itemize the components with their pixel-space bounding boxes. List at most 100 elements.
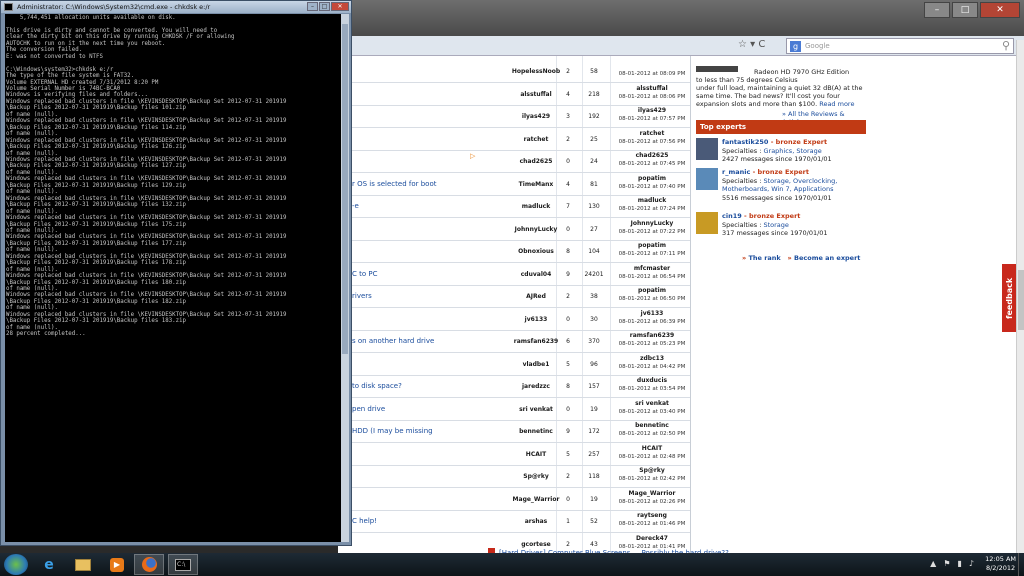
media-player-icon[interactable]: ▶ (102, 554, 132, 575)
search-placeholder: Google (805, 42, 830, 50)
last-post-user[interactable]: alsstuffal (613, 85, 691, 92)
scrollbar-thumb[interactable] (1018, 270, 1024, 330)
last-post-user[interactable]: chad2625 (613, 152, 691, 159)
thread-title-link[interactable]: HDD (I may be missing (352, 427, 433, 435)
close-button[interactable]: ✕ (980, 2, 1020, 18)
thread-row: s on another hard drive ramsfan6239 6 370 ra… (338, 330, 690, 353)
clock-time: 12:05 AM (985, 555, 1016, 563)
expert-name[interactable]: cin19 (722, 212, 742, 220)
volume-icon[interactable]: ♪ (969, 559, 974, 568)
last-post-date: 08-01-2012 at 07:40 PM (618, 183, 686, 190)
last-post-user[interactable]: bennetinc (613, 422, 691, 429)
expert-name[interactable]: fantastik250 (722, 138, 768, 146)
network-icon[interactable]: ▮ (957, 559, 961, 568)
last-post-date: 08-01-2012 at 02:26 PM (618, 498, 686, 505)
cmd-titlebar[interactable]: Administrator: C:\Windows\System32\cmd.e… (1, 1, 351, 13)
maximize-button[interactable]: □ (319, 2, 330, 11)
last-post-user[interactable]: ilyas429 (613, 107, 691, 114)
last-post-date: 08-01-2012 at 07:24 PM (618, 206, 686, 212)
view-count: 24201 (584, 270, 604, 278)
specialties[interactable]: Storage (763, 221, 788, 229)
specialties[interactable]: Storage, Overclocking, (763, 177, 837, 185)
specialties-label: Specialties : (722, 220, 764, 229)
specialties[interactable]: Motherboards, Win 7, Applications (722, 185, 868, 194)
minimize-button[interactable]: – (307, 2, 318, 11)
thread-row: -e madluck 7 130 madluck 08-01-2012 at 07:24 … (338, 195, 690, 218)
last-post-user[interactable]: popatim (613, 242, 691, 249)
console-output[interactable]: 5,744,451 allocation units available on … (5, 14, 341, 542)
console-scrollbar[interactable] (341, 14, 349, 542)
last-post-user[interactable]: Mage_Warrior (613, 490, 691, 497)
avatar (696, 212, 718, 234)
last-post-user[interactable]: duxducis (613, 377, 691, 384)
last-post-user[interactable]: sri venkat (613, 400, 691, 407)
firefox-icon[interactable] (134, 554, 164, 575)
browser-window: – □ ✕ ☆ ▾ C g Google ⚲ HopelessNoob 2 58 08… (338, 0, 1024, 557)
thread-title-link[interactable]: C help! (352, 517, 377, 525)
top-experts-heading: Top experts (696, 120, 866, 134)
specialties[interactable]: Graphics, Storage (763, 147, 821, 155)
last-post-user[interactable]: madluck (613, 197, 691, 204)
thread-row: vladbe1 5 96 zdbc13 08-01-2012 at 04:42 PM (338, 353, 690, 376)
forum-page: HopelessNoob 2 58 08-01-2012 at 08:09 PM als… (338, 56, 1024, 553)
view-count: 218 (588, 90, 600, 98)
cmd-taskbar-icon[interactable]: C:\ (168, 554, 198, 575)
thread-row: to disk space? jaredzzc 8 157 duxducis 08-01-… (338, 375, 690, 398)
avatar (696, 168, 718, 190)
search-magnifier-icon[interactable]: ⚲ (1002, 39, 1010, 52)
last-post-user[interactable]: raytseng (613, 512, 691, 519)
search-box[interactable]: g Google ⚲ (786, 38, 1014, 54)
show-hidden-icons-icon[interactable]: ▲ (930, 559, 936, 568)
view-count: 157 (588, 383, 600, 390)
scrollbar-thumb[interactable] (342, 24, 348, 354)
system-tray: ▲ ⚑ ▮ ♪ (930, 559, 974, 568)
close-button[interactable]: ✕ (331, 2, 349, 11)
last-post-user[interactable]: ratchet (613, 130, 691, 137)
thread-row: C to PC cduval04 9 24201 mfcmaster 08-01-2012… (338, 263, 690, 286)
message-count: 5516 messages since 1970/01/01 (722, 193, 832, 202)
thread-row: HDD (I may be missing bennetinc 9 172 bennet… (338, 420, 690, 443)
browser-scrollbar[interactable] (1016, 40, 1024, 553)
thread-row: r OS is selected for boot TimeManx 4 81 popa… (338, 173, 690, 196)
last-post-user[interactable]: JohnnyLucky (613, 220, 691, 227)
last-post-user[interactable]: zdbc13 (613, 355, 691, 362)
console-text: 5,744,451 allocation units available on … (6, 15, 287, 338)
maximize-button[interactable]: □ (952, 2, 978, 18)
start-button[interactable] (4, 554, 28, 575)
last-post-user[interactable]: ramsfan6239 (613, 332, 691, 339)
become-expert-link[interactable]: Become an expert (794, 254, 860, 262)
last-post-user[interactable]: Dereck47 (613, 535, 691, 542)
last-post-date: 08-01-2012 at 08:09 PM (618, 71, 686, 77)
expert-badge: - bronze Expert (768, 138, 828, 146)
thread-title-link[interactable]: -e (352, 202, 359, 210)
show-desktop-button[interactable] (1018, 553, 1024, 576)
view-count: 43 (590, 540, 598, 548)
clock[interactable]: 12:05 AM 8/2/2012 (985, 555, 1016, 573)
flag-icon[interactable]: ⚑ (943, 559, 950, 568)
view-count: 19 (590, 495, 598, 503)
last-post-user[interactable]: HCAIT (613, 445, 691, 452)
thread-title-link[interactable]: r OS is selected for boot (352, 180, 436, 188)
thread-row: alsstuffal 4 218 alsstuffal 08-01-2012 at 08… (338, 83, 690, 106)
expert-badge: - bronze Expert (741, 212, 801, 220)
last-post-user[interactable]: Sp@rky (613, 467, 691, 474)
the-rank-link[interactable]: The rank (748, 254, 780, 262)
expert-name[interactable]: r_manic (722, 168, 750, 176)
file-explorer-icon[interactable] (68, 554, 98, 575)
internet-explorer-icon[interactable]: e (34, 554, 64, 575)
thread-title-link[interactable]: s on another hard drive (352, 337, 434, 345)
thread-title-link[interactable]: pen drive (352, 405, 385, 413)
last-post-user[interactable]: popatim (613, 287, 691, 294)
read-more-link[interactable]: Read more (819, 100, 854, 108)
thread-title-link[interactable]: to disk space? (352, 382, 402, 390)
thread-title-link[interactable]: rivers (352, 292, 372, 300)
last-post-user[interactable]: jv6133 (613, 310, 691, 317)
last-post-date: 08-01-2012 at 01:46 PM (618, 521, 686, 527)
last-post-date: 08-01-2012 at 07:22 PM (618, 228, 686, 235)
last-post-user[interactable]: mfcmaster (613, 265, 691, 272)
new-post-arrow-icon[interactable]: ▷ (470, 152, 475, 160)
url-bar-end[interactable]: ☆ ▾ C (738, 39, 765, 50)
last-post-user[interactable]: popatim (613, 175, 691, 182)
minimize-button[interactable]: – (924, 2, 950, 18)
thread-title-link[interactable]: C to PC (352, 270, 377, 278)
